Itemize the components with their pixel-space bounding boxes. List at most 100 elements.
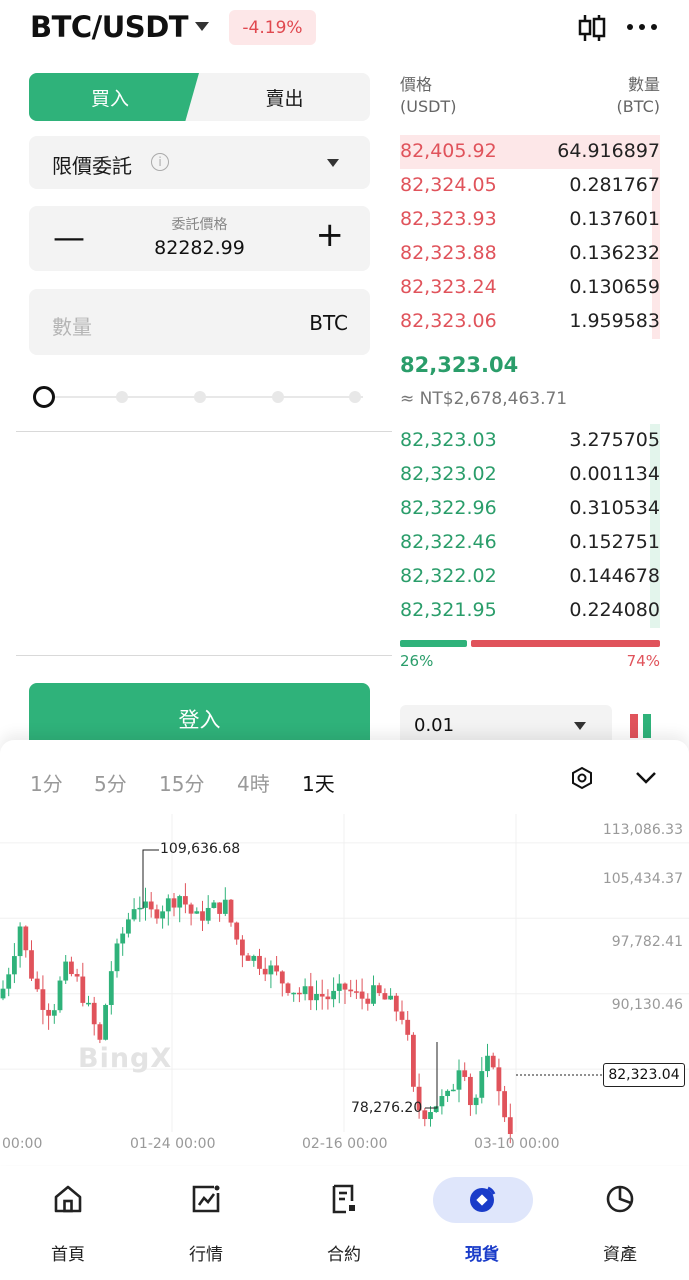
login-button[interactable]: 登入 bbox=[29, 683, 370, 745]
nav-label: 現貨 bbox=[465, 1245, 499, 1265]
ask-row[interactable]: 82,323.24 0.130659 bbox=[400, 271, 660, 305]
fiat-price: ≈ NT$2,678,463.71 bbox=[400, 389, 568, 409]
candle-body bbox=[473, 1097, 479, 1106]
candle-body bbox=[234, 922, 240, 940]
candle-body bbox=[177, 896, 183, 908]
candle-body bbox=[371, 985, 376, 1004]
slider-stop-100[interactable] bbox=[349, 391, 361, 403]
candle-body bbox=[411, 1034, 416, 1087]
slider-stop-75[interactable] bbox=[272, 391, 284, 403]
tab-1m[interactable]: 1分 bbox=[30, 768, 63, 797]
candle-body bbox=[336, 983, 342, 991]
candle-body bbox=[274, 965, 279, 972]
ask-row[interactable]: 82,323.88 0.136232 bbox=[400, 237, 660, 271]
bid-qty: 0.224080 bbox=[569, 599, 660, 621]
candle-body bbox=[222, 899, 228, 914]
candle-body bbox=[29, 950, 34, 979]
quantity-input[interactable]: 數量 BTC bbox=[29, 289, 370, 355]
candle-body bbox=[496, 1067, 502, 1092]
candle-body bbox=[450, 1089, 456, 1092]
bid-qty: 3.275705 bbox=[569, 429, 660, 451]
spot-icon bbox=[470, 1186, 496, 1212]
candle-body bbox=[74, 974, 80, 977]
candle-body bbox=[143, 901, 148, 908]
slider-handle[interactable] bbox=[33, 386, 55, 408]
candle-body bbox=[433, 1106, 439, 1113]
candle-body bbox=[86, 1002, 91, 1005]
bottom-nav: 首頁 行情 合約 現貨 資產 bbox=[0, 1166, 689, 1280]
nav-label: 資產 bbox=[603, 1245, 637, 1265]
collapse-chart-icon[interactable] bbox=[634, 768, 658, 788]
divider bbox=[16, 431, 392, 432]
ask-row[interactable]: 82,323.93 0.137601 bbox=[400, 203, 660, 237]
x-axis-label: 00:00 bbox=[2, 1136, 43, 1152]
assets-pie-icon bbox=[606, 1185, 634, 1213]
more-menu-icon[interactable] bbox=[627, 24, 657, 30]
slider-stop-25[interactable] bbox=[116, 391, 128, 403]
tab-sell[interactable]: 賣出 bbox=[199, 73, 370, 121]
chevron-down-icon bbox=[327, 159, 339, 167]
low-price-annotation: 78,276.20 bbox=[351, 1100, 423, 1116]
bid-row[interactable]: 82,321.95 0.224080 bbox=[400, 594, 660, 628]
candle-body bbox=[154, 909, 160, 919]
nav-label: 首頁 bbox=[51, 1245, 85, 1265]
candlestick-chart-icon[interactable] bbox=[576, 12, 608, 44]
candle-body bbox=[302, 986, 308, 995]
ask-qty: 64.916897 bbox=[557, 140, 660, 162]
price-stepper[interactable]: — 委託價格 82282.99 + bbox=[29, 206, 370, 271]
home-icon bbox=[54, 1185, 82, 1213]
nav-item-assets[interactable]: 資產 bbox=[560, 1166, 680, 1280]
divider bbox=[16, 655, 392, 656]
candle-body bbox=[205, 907, 211, 921]
candle-body bbox=[23, 926, 29, 951]
depth-precision-select[interactable]: 0.01 bbox=[400, 705, 612, 745]
bid-row[interactable]: 82,323.02 0.001134 bbox=[400, 458, 660, 492]
tab-15m[interactable]: 15分 bbox=[159, 768, 204, 797]
candle-body bbox=[393, 995, 399, 1012]
info-icon[interactable]: i bbox=[151, 153, 169, 171]
order-type-select[interactable]: 限價委託 i bbox=[29, 136, 370, 189]
candle-body bbox=[422, 1110, 428, 1120]
bid-row[interactable]: 82,322.46 0.152751 bbox=[400, 526, 660, 560]
ask-row[interactable]: 82,405.92 64.916897 bbox=[400, 135, 660, 169]
bid-price: 82,322.46 bbox=[400, 531, 497, 553]
candle-body bbox=[388, 995, 393, 1000]
nav-item-contract[interactable]: 合約 bbox=[284, 1166, 404, 1280]
increase-price-button[interactable]: + bbox=[316, 218, 345, 252]
candle-body bbox=[348, 989, 354, 992]
nav-item-home[interactable]: 首頁 bbox=[8, 1166, 128, 1280]
order-type-label: 限價委託 bbox=[52, 154, 132, 178]
bid-row[interactable]: 82,322.96 0.310534 bbox=[400, 492, 660, 526]
chart-settings-icon[interactable] bbox=[570, 766, 594, 790]
quantity-slider[interactable] bbox=[33, 386, 363, 408]
nav-item-spot[interactable]: 現貨 bbox=[422, 1166, 542, 1280]
tab-1d[interactable]: 1天 bbox=[302, 768, 335, 797]
quantity-unit: BTC bbox=[309, 311, 348, 335]
candle-body bbox=[46, 1009, 51, 1016]
ask-price: 82,323.06 bbox=[400, 310, 497, 332]
candle-body bbox=[108, 971, 114, 1005]
candlestick-chart[interactable] bbox=[0, 814, 689, 1166]
candle-body bbox=[262, 968, 268, 975]
y-axis-label: 90,130.46 bbox=[611, 997, 683, 1013]
candle-body bbox=[160, 911, 165, 919]
ask-qty: 1.959583 bbox=[569, 310, 660, 332]
ask-qty: 0.281767 bbox=[569, 174, 660, 196]
bid-row[interactable]: 82,323.03 3.275705 bbox=[400, 424, 660, 458]
bid-row[interactable]: 82,322.02 0.144678 bbox=[400, 560, 660, 594]
pair-dropdown-caret-icon[interactable] bbox=[195, 22, 209, 31]
trading-pair-title[interactable]: BTC/USDT bbox=[30, 10, 189, 44]
tab-5m[interactable]: 5分 bbox=[94, 768, 127, 797]
tab-buy[interactable]: 買入 bbox=[29, 73, 199, 121]
buy-ratio-label: 26% bbox=[400, 652, 434, 670]
candle-body bbox=[171, 898, 177, 908]
candle-body bbox=[462, 1070, 468, 1077]
ask-row[interactable]: 82,324.05 0.281767 bbox=[400, 169, 660, 203]
candle-body bbox=[359, 991, 365, 999]
tab-4h[interactable]: 4時 bbox=[237, 768, 270, 797]
orderbook-layout-icon[interactable] bbox=[630, 714, 652, 738]
nav-item-market[interactable]: 行情 bbox=[146, 1166, 266, 1280]
nav-label: 行情 bbox=[189, 1245, 223, 1265]
slider-stop-50[interactable] bbox=[194, 391, 206, 403]
ask-row[interactable]: 82,323.06 1.959583 bbox=[400, 305, 660, 339]
